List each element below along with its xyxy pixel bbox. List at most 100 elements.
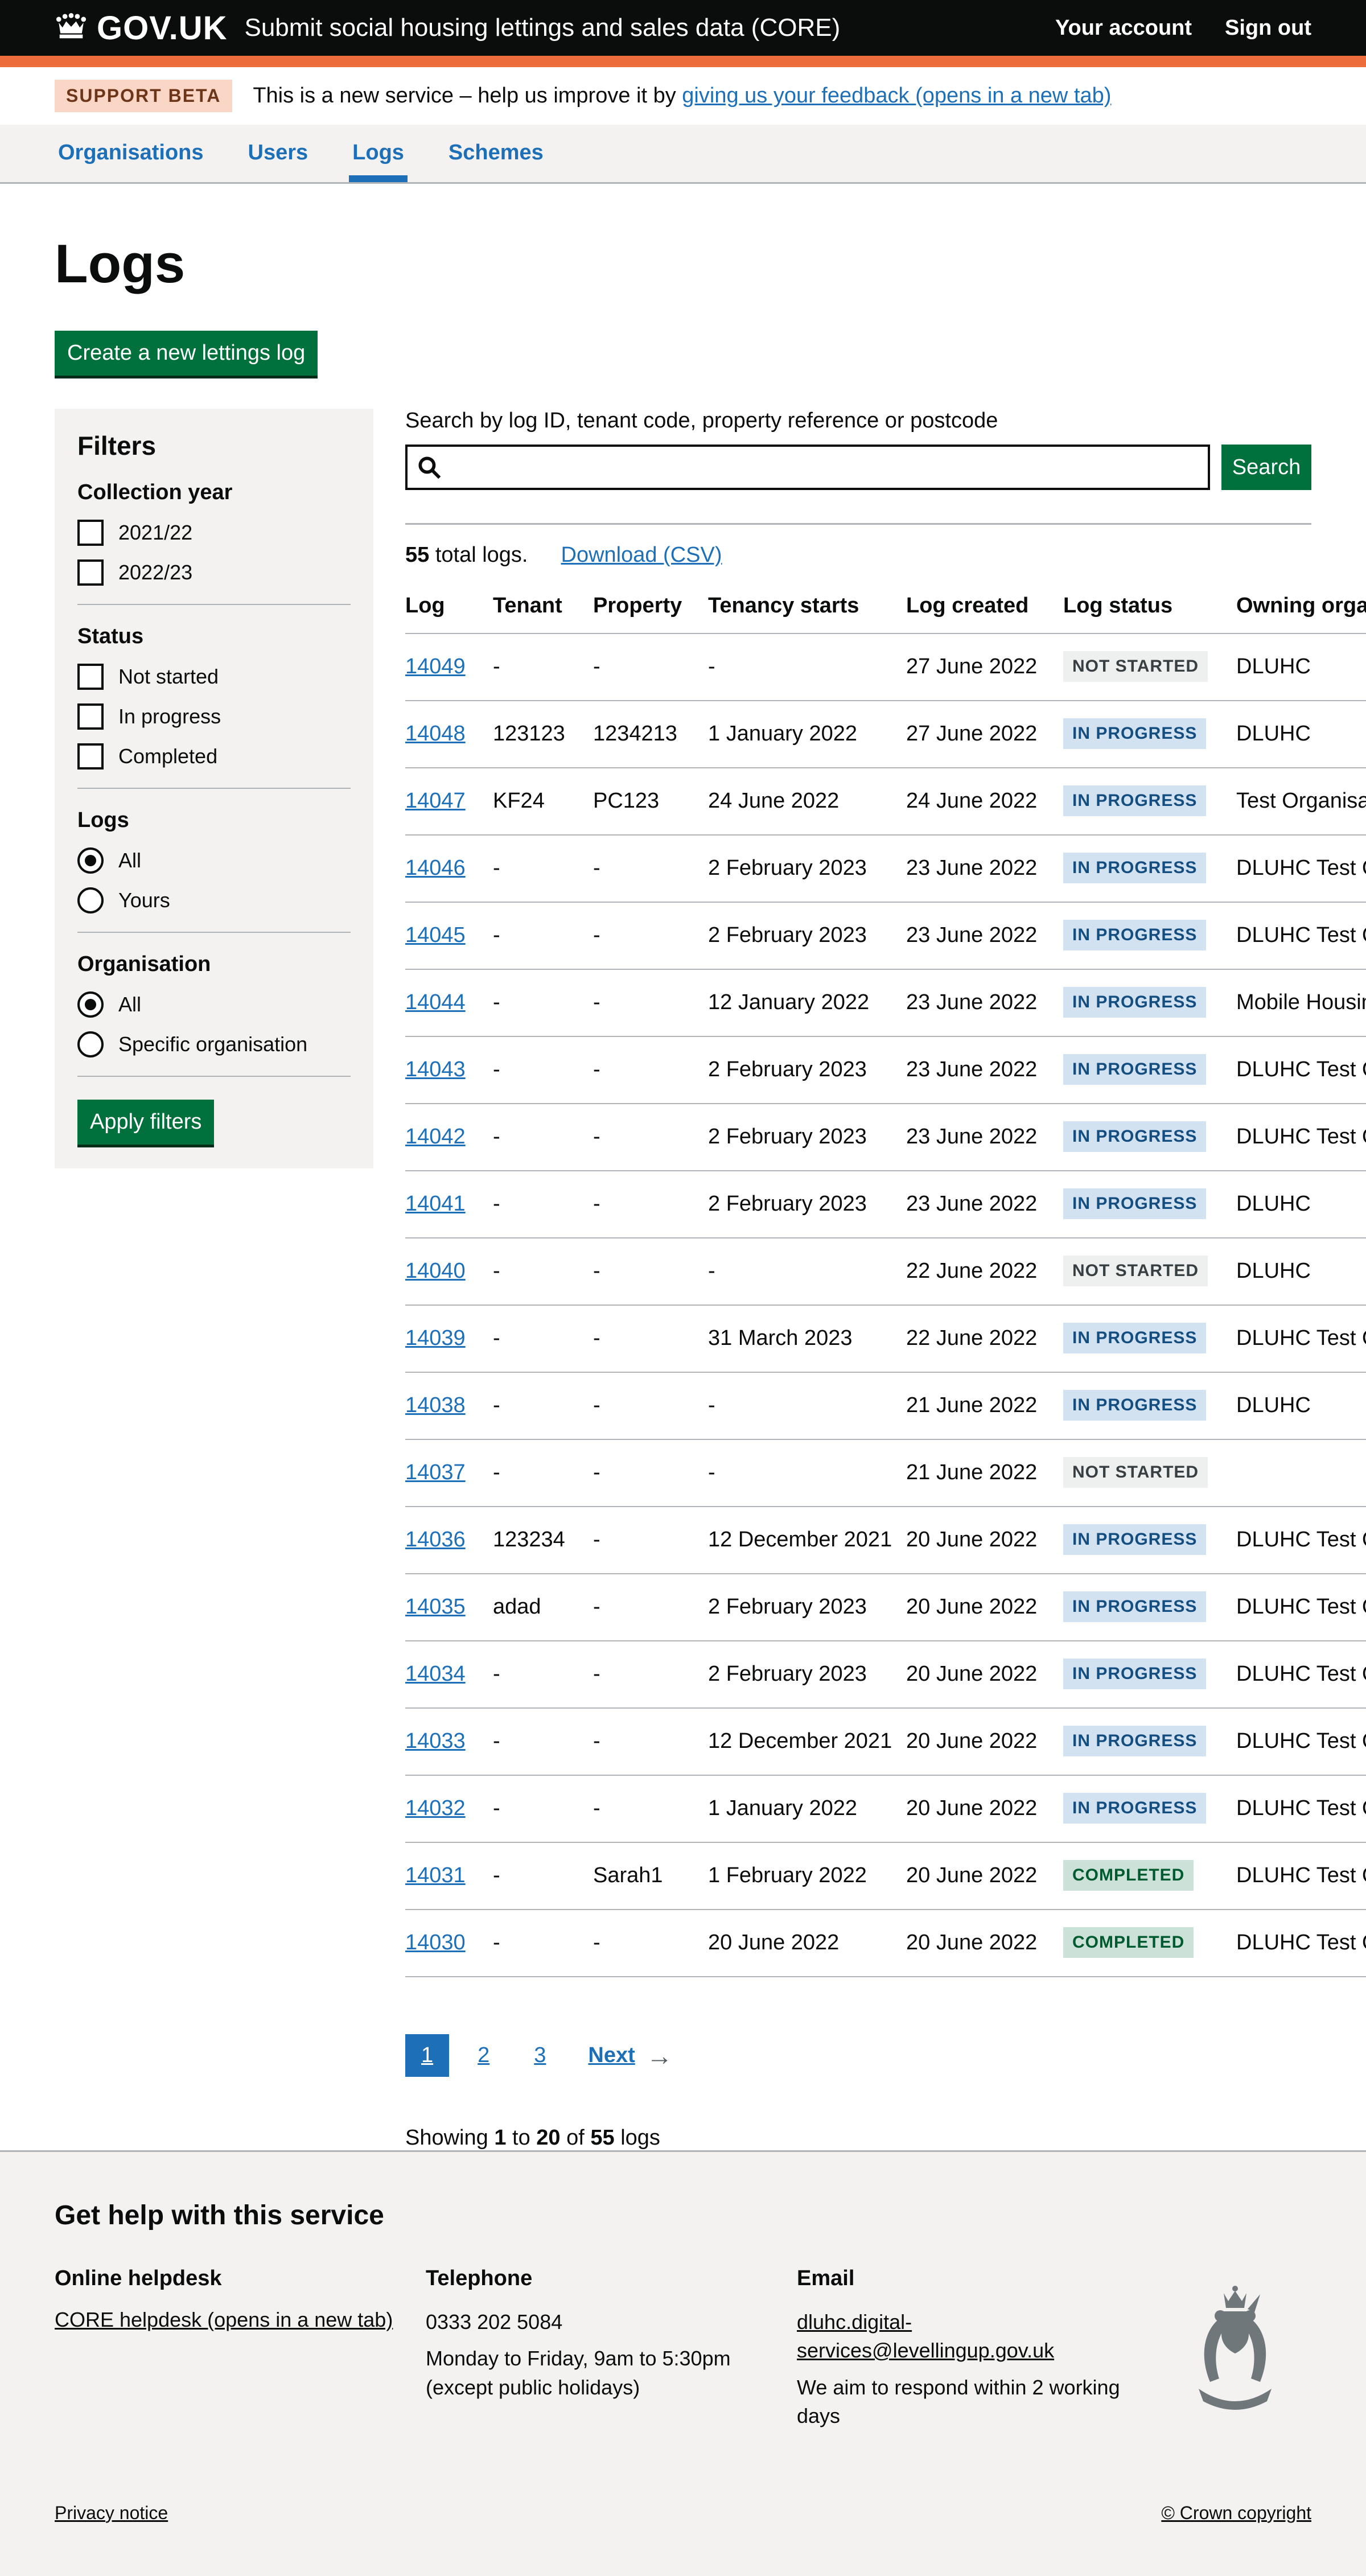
checkbox-2022-23[interactable]: 2022/23 (77, 559, 351, 586)
radio-control[interactable] (77, 991, 104, 1018)
tenancy-starts-cell: 1 February 2022 (708, 1842, 906, 1910)
service-name-link[interactable]: Submit social housing lettings and sales… (244, 14, 840, 42)
crown-copyright-link[interactable]: © Crown copyright (1161, 2503, 1311, 2524)
status-badge: NOT STARTED (1063, 651, 1208, 682)
search-button[interactable]: Search (1221, 445, 1311, 490)
create-lettings-log-button[interactable]: Create a new lettings log (55, 331, 318, 376)
checkbox-label: 2021/22 (118, 521, 192, 545)
column-header-tenant: Tenant (493, 594, 593, 633)
log-id-link[interactable]: 14045 (405, 923, 466, 947)
radio-control[interactable] (77, 847, 104, 874)
log-created-cell: 23 June 2022 (906, 835, 1063, 902)
log-id-link[interactable]: 14038 (405, 1393, 466, 1417)
status-badge: IN PROGRESS (1063, 718, 1206, 749)
table-row: 14044--12 January 202223 June 2022IN PRO… (405, 969, 1366, 1036)
log-id-cell: 14035 (405, 1574, 493, 1641)
status-badge: IN PROGRESS (1063, 987, 1206, 1018)
telephone-heading: Telephone (426, 2266, 774, 2291)
checkbox-box[interactable] (77, 559, 104, 586)
log-id-cell: 14041 (405, 1171, 493, 1238)
tenant-cell: 123123 (493, 701, 593, 768)
log-id-cell: 14036 (405, 1507, 493, 1574)
checkbox-box[interactable] (77, 664, 104, 690)
radio-logs-yours[interactable]: Yours (77, 887, 351, 913)
log-created-cell: 23 June 2022 (906, 1104, 1063, 1171)
log-created-cell: 20 June 2022 (906, 1842, 1063, 1910)
log-id-link[interactable]: 14034 (405, 1662, 466, 1686)
log-id-link[interactable]: 14043 (405, 1057, 466, 1081)
log-id-link[interactable]: 14049 (405, 655, 466, 678)
status-badge: IN PROGRESS (1063, 920, 1206, 950)
radio-organisation-all[interactable]: All (77, 991, 351, 1018)
log-id-link[interactable]: 14030 (405, 1931, 466, 1954)
download-csv-link[interactable]: Download (CSV) (561, 543, 722, 567)
owning-cell: DLUHC (1236, 1171, 1366, 1238)
owning-cell: Test Organisation (1236, 768, 1366, 835)
log-id-link[interactable]: 14039 (405, 1326, 466, 1350)
log-id-cell: 14031 (405, 1842, 493, 1910)
log-id-link[interactable]: 14048 (405, 722, 466, 746)
email-link[interactable]: dluhc.digital-services@levellingup.gov.u… (797, 2310, 1054, 2362)
search-box (405, 445, 1210, 490)
sign-out-link[interactable]: Sign out (1225, 16, 1311, 40)
log-id-link[interactable]: 14032 (405, 1796, 466, 1820)
log-id-link[interactable]: 14047 (405, 789, 466, 813)
log-id-link[interactable]: 14037 (405, 1460, 466, 1484)
radio-control[interactable] (77, 887, 104, 913)
nav-item-users[interactable]: Users (245, 125, 312, 182)
page-title: Logs (55, 233, 1311, 295)
filter-group-logs: Logs All Yours (77, 808, 351, 913)
checkbox-box[interactable] (77, 703, 104, 730)
log-id-link[interactable]: 14036 (405, 1528, 466, 1552)
core-helpdesk-link[interactable]: CORE helpdesk (opens in a new tab) (55, 2308, 393, 2331)
filter-group-status: Status Not started In progress Completed (77, 624, 351, 769)
table-row: 14035adad-2 February 202320 June 2022IN … (405, 1574, 1366, 1641)
log-id-link[interactable]: 14042 (405, 1125, 466, 1149)
radio-organisation-specific[interactable]: Specific organisation (77, 1031, 351, 1057)
checkbox-not-started[interactable]: Not started (77, 664, 351, 690)
checkbox-completed[interactable]: Completed (77, 743, 351, 769)
privacy-notice-link[interactable]: Privacy notice (55, 2503, 168, 2524)
property-cell: - (593, 633, 708, 701)
checkbox-2021-22[interactable]: 2021/22 (77, 520, 351, 546)
log-id-link[interactable]: 14031 (405, 1863, 466, 1887)
collection-year-legend: Collection year (77, 480, 351, 505)
checkbox-box[interactable] (77, 520, 104, 546)
radio-control[interactable] (77, 1031, 104, 1057)
log-id-cell: 14034 (405, 1641, 493, 1708)
log-status-cell: IN PROGRESS (1063, 1372, 1236, 1439)
property-cell: PC123 (593, 768, 708, 835)
table-row: 1404812312312342131 January 202227 June … (405, 701, 1366, 768)
tenant-cell: - (493, 1641, 593, 1708)
checkbox-box[interactable] (77, 743, 104, 769)
log-id-link[interactable]: 14041 (405, 1192, 466, 1216)
log-id-link[interactable]: 14040 (405, 1259, 466, 1283)
results-divider (405, 523, 1311, 525)
log-id-link[interactable]: 14033 (405, 1729, 466, 1753)
owning-cell (1236, 1439, 1366, 1507)
filter-group-organisation: Organisation All Specific organisation (77, 952, 351, 1057)
owning-cell: DLUHC Test Org (1236, 835, 1366, 902)
pagination-next-link[interactable]: Next (588, 2043, 635, 2068)
govuk-logo[interactable]: GOV.UK (55, 9, 227, 47)
apply-filters-button[interactable]: Apply filters (77, 1100, 214, 1145)
radio-logs-all[interactable]: All (77, 847, 351, 874)
footer-telephone-column: Telephone 0333 202 5084 Monday to Friday… (426, 2266, 797, 2439)
your-account-link[interactable]: Your account (1055, 16, 1192, 40)
pagination-page-2[interactable]: 2 (462, 2034, 505, 2077)
search-input[interactable] (408, 447, 1208, 488)
log-id-link[interactable]: 14046 (405, 856, 466, 880)
log-status-cell: IN PROGRESS (1063, 1574, 1236, 1641)
nav-item-organisations[interactable]: Organisations (55, 125, 207, 182)
nav-item-schemes[interactable]: Schemes (445, 125, 547, 182)
pagination-page-1[interactable]: 1 (405, 2034, 449, 2077)
table-row: 14038---21 June 2022IN PROGRESSDLUHC (405, 1372, 1366, 1439)
footer-email-column: Email dluhc.digital-services@levellingup… (797, 2266, 1168, 2439)
log-id-link[interactable]: 14035 (405, 1595, 466, 1619)
nav-item-logs[interactable]: Logs (349, 125, 408, 182)
checkbox-in-progress[interactable]: In progress (77, 703, 351, 730)
log-id-link[interactable]: 14044 (405, 990, 466, 1014)
pagination-page-3[interactable]: 3 (518, 2034, 562, 2077)
owning-cell: DLUHC Test Org (1236, 1036, 1366, 1104)
feedback-link[interactable]: giving us your feedback (opens in a new … (682, 84, 1111, 108)
